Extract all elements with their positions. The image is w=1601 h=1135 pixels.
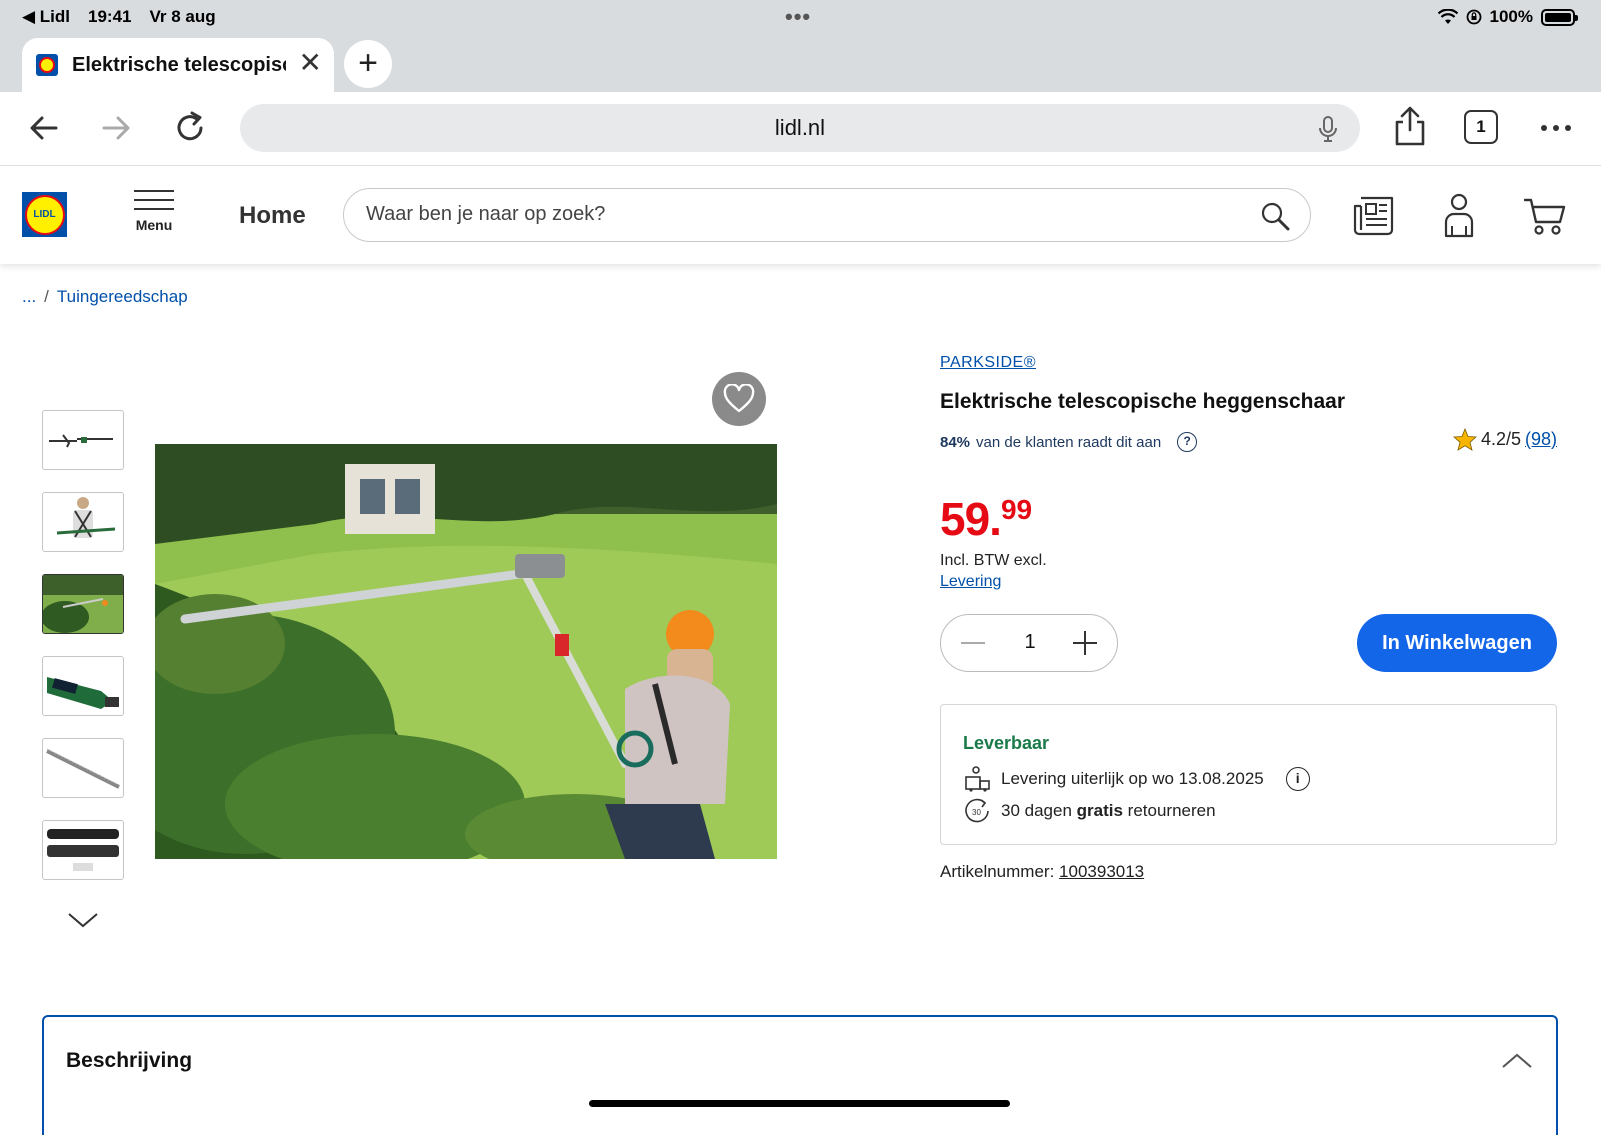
status-time: 19:41 <box>88 7 132 26</box>
recommendation: 84% van de klanten raadt dit aan ? <box>940 432 1198 452</box>
back-to-app[interactable]: ◀ Lidl <box>22 7 70 27</box>
forward-arrow-icon[interactable] <box>96 108 136 148</box>
description-heading: Beschrijving <box>66 1049 193 1072</box>
reload-icon[interactable] <box>170 108 210 148</box>
search-icon[interactable] <box>1260 201 1290 231</box>
rating-value: 4.2/5 <box>1480 429 1521 449</box>
garden-hedge-trimming-scene <box>155 444 777 859</box>
status-bar: ◀ Lidl 19:41 Vr 8 aug ••• 100% <box>0 0 1601 34</box>
home-indicator[interactable] <box>589 1100 1010 1107</box>
article-number-value[interactable]: 100393013 <box>1059 862 1144 881</box>
price-cents: 99 <box>1000 494 1033 525</box>
recommend-text: van de klanten raadt dit aan <box>976 433 1162 451</box>
accessories-thumbnail-image <box>47 829 119 871</box>
more-options-icon[interactable] <box>1536 108 1576 148</box>
wifi-icon <box>1437 9 1458 24</box>
garden-scene-thumbnail-image <box>43 575 123 633</box>
product-thumbnail[interactable] <box>42 492 124 552</box>
rating: 4.2/5 (98) <box>1452 428 1557 451</box>
vat-text: Incl. BTW excl. <box>940 552 1047 569</box>
multitask-dots-icon[interactable]: ••• <box>785 4 811 30</box>
menu-button[interactable]: Menu <box>132 190 176 233</box>
product-thumbnail[interactable] <box>42 820 124 880</box>
minus-icon[interactable] <box>957 627 989 659</box>
tabs-count-button[interactable]: 1 <box>1464 110 1498 144</box>
svg-text:30: 30 <box>972 808 981 817</box>
new-tab-button[interactable]: + <box>344 40 392 88</box>
star-icon <box>1452 428 1477 451</box>
battery-percent: 100% <box>1489 7 1533 26</box>
info-icon[interactable]: i <box>1285 767 1310 791</box>
main-product-image[interactable] <box>155 444 777 859</box>
brand-link[interactable]: PARKSIDE® <box>940 354 1036 372</box>
review-count-link[interactable]: (98) <box>1525 429 1557 450</box>
breadcrumb-ellipsis[interactable]: ... <box>22 287 36 307</box>
battery-icon <box>1541 8 1578 26</box>
chevron-up-icon[interactable] <box>1500 1051 1534 1071</box>
site-header: LIDL Menu Home <box>0 166 1601 264</box>
lidl-favicon-icon <box>36 54 58 76</box>
browser-tab[interactable]: Elektrische telescopische heggenschaar ✕ <box>22 38 334 92</box>
product-thumbnail-active[interactable] <box>42 574 124 634</box>
thumbnails-chevron-down-icon[interactable] <box>66 910 100 930</box>
product-title: Elektrische telescopische heggenschaar <box>940 390 1346 413</box>
price: 59.99 <box>940 492 1032 546</box>
blade-thumbnail-image <box>46 748 120 789</box>
share-icon[interactable] <box>1390 104 1430 148</box>
favorite-button[interactable] <box>712 372 766 426</box>
menu-label: Menu <box>135 217 173 233</box>
close-tab-icon[interactable]: ✕ <box>299 49 322 77</box>
return-row: 30 30 dagen gratis retourneren <box>963 797 1216 825</box>
delivery-cost-link[interactable]: Levering <box>940 573 1001 591</box>
article-number-label: Artikelnummer: <box>940 862 1055 881</box>
product-thumbnail[interactable] <box>42 410 124 470</box>
hedge-trimmer-thumbnail-image <box>49 434 113 448</box>
breadcrumb: ... / Tuingereedschap <box>22 287 188 307</box>
home-link[interactable]: Home <box>239 202 306 230</box>
plus-icon[interactable] <box>1069 627 1101 659</box>
product-thumbnail[interactable] <box>42 738 124 798</box>
return-30-days-icon: 30 <box>965 798 989 823</box>
search-box <box>343 188 1311 242</box>
person-with-harness-thumbnail-image <box>56 497 116 538</box>
question-mark-icon[interactable]: ? <box>1177 432 1198 452</box>
url-text: lidl.nl <box>774 115 826 140</box>
availability-status: Leverbaar <box>963 733 1050 753</box>
hamburger-icon <box>132 190 176 210</box>
account-icon[interactable] <box>1442 192 1476 238</box>
breadcrumb-category[interactable]: Tuingereedschap <box>57 287 188 307</box>
product-thumbnail[interactable] <box>42 656 124 716</box>
price-main: 59. <box>940 493 1002 545</box>
motor-unit-thumbnail-image <box>47 677 119 709</box>
address-bar[interactable]: lidl.nl <box>240 104 1360 152</box>
lidl-logo[interactable]: LIDL <box>22 192 67 237</box>
recommend-percent: 84% <box>940 433 971 451</box>
orientation-lock-icon <box>1466 9 1481 25</box>
quantity-stepper: 1 <box>940 614 1118 672</box>
leaflet-icon[interactable] <box>1352 194 1396 238</box>
heart-icon <box>723 384 755 413</box>
delivery-box: Leverbaar Levering uiterlijk op wo 13.08… <box>940 704 1557 845</box>
delivery-date-row: Levering uiterlijk op wo 13.08.2025 i <box>963 765 1310 793</box>
cart-icon[interactable] <box>1523 196 1567 236</box>
delivery-date-text: Levering uiterlijk op wo 13.08.2025 <box>1001 769 1264 788</box>
description-accordion[interactable]: Beschrijving <box>42 1015 1558 1135</box>
add-to-cart-button[interactable]: In Winkelwagen <box>1357 614 1557 672</box>
back-arrow-icon[interactable] <box>24 108 64 148</box>
article-number: Artikelnummer: 100393013 <box>940 862 1144 882</box>
browser-toolbar: lidl.nl 1 <box>0 92 1601 166</box>
tab-strip: Elektrische telescopische heggenschaar ✕… <box>0 34 1601 92</box>
return-text: 30 dagen gratis retourneren <box>1001 801 1216 820</box>
quantity-value[interactable]: 1 <box>1011 631 1049 654</box>
breadcrumb-separator: / <box>44 287 49 306</box>
search-input[interactable] <box>366 203 1246 226</box>
delivery-package-icon <box>965 766 990 792</box>
status-date: Vr 8 aug <box>149 7 216 26</box>
microphone-icon[interactable] <box>1318 115 1338 143</box>
tab-title: Elektrische telescopische heggenschaar <box>72 53 286 76</box>
